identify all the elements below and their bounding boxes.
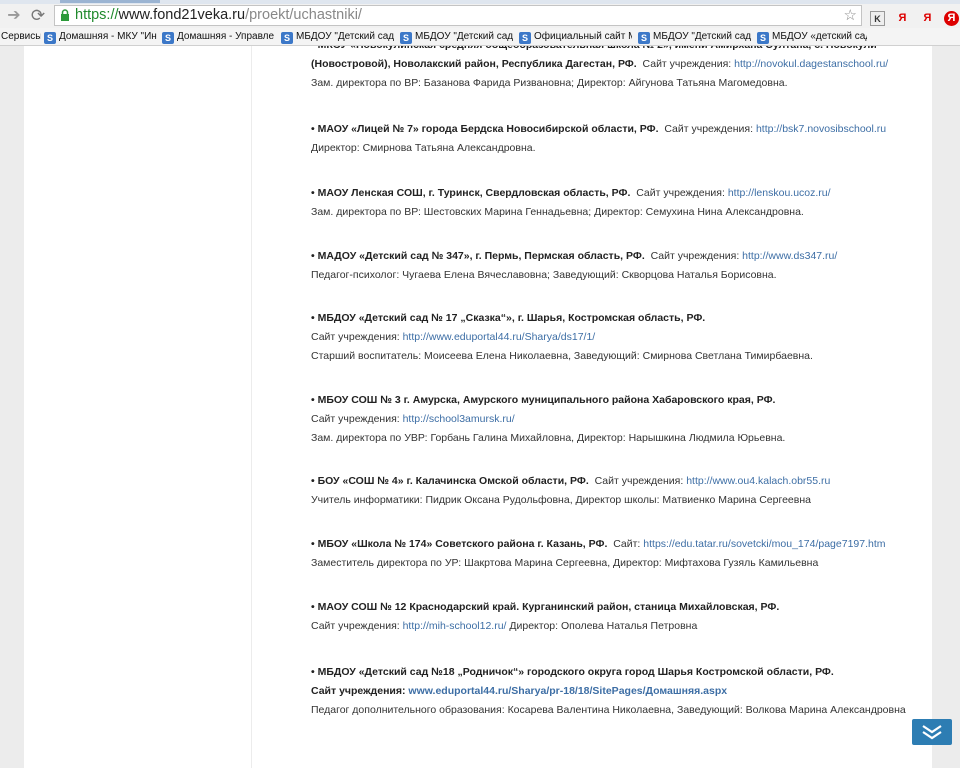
list-item: • МБДОУ «Детский сад №18 „Родничок“» гор… xyxy=(311,663,931,720)
entry-people: Заместитель директора по УР: Шакртова Ма… xyxy=(311,557,819,569)
bookmark-label: МБДОУ "Детский сад № xyxy=(415,31,513,42)
site-label: Сайт учреждения: xyxy=(311,331,400,343)
entry-people: Педагог-психолог: Чугаева Елена Вячеслав… xyxy=(311,269,777,281)
entry-people: Зам. директора по УВР: Горбань Галина Ми… xyxy=(311,432,786,444)
list-item: • МАОУ «Лицей № 7» города Бердска Новоси… xyxy=(311,120,931,158)
page-viewport: • МКОУ «Новокулинская средняя общеобразо… xyxy=(0,46,960,768)
bookmarks-bar: Сервисы S Домашняя - МКУ "Инф S Домашняя -… xyxy=(0,28,960,46)
entry-people: Учитель информатики: Пидрик Оксана Рудол… xyxy=(311,494,811,506)
site-label: Сайт учреждения: xyxy=(311,685,406,697)
site-label: Сайт: xyxy=(613,538,641,550)
site-link[interactable]: https://edu.tatar.ru/sovetcki/mou_174/pa… xyxy=(643,538,885,550)
yandex-extension-button[interactable]: Я xyxy=(895,11,910,26)
list-item: • БОУ «СОШ № 4» г. Калачинска Омской обл… xyxy=(311,472,931,510)
entry-people: Зам. директора по ВР: Базанова Фарида Ри… xyxy=(311,77,788,89)
bookmark-item[interactable]: SМБДОУ "Детский сад № xyxy=(281,29,394,44)
address-bar[interactable]: https://www.fond21veka.ru/proekt/uchastn… xyxy=(54,5,862,26)
entry-title: • МАОУ Ленская СОШ, г. Туринск, Свердлов… xyxy=(311,187,631,199)
entry-title: • МБДОУ «Детский сад №18 „Родничок“» гор… xyxy=(311,666,834,678)
list-item: • МБОУ СОШ № 3 г. Амурска, Амурского мун… xyxy=(311,391,931,448)
bookmark-item[interactable]: S Домашняя - МКУ "Инф xyxy=(44,29,157,44)
extension-k-button[interactable]: K xyxy=(870,11,885,26)
forward-arrow-icon[interactable]: ➔ xyxy=(4,6,24,26)
site-label: Сайт учреждения: xyxy=(311,413,400,425)
entry-title: • БОУ «СОШ № 4» г. Калачинска Омской обл… xyxy=(311,475,589,487)
entry-people: Зам. директора по ВР: Шестовских Марина … xyxy=(311,206,804,218)
bookmark-label: Домашняя - МКУ "Инф xyxy=(59,31,157,42)
bookmark-label: МБДОУ «детский сад № xyxy=(772,31,867,42)
bookmark-item[interactable]: SМБДОУ "Детский сад № xyxy=(400,29,513,44)
entry-title: (Новостровой), Новолакский район, Респуб… xyxy=(311,58,637,70)
bookmark-label: МБДОУ "Детский сад № xyxy=(296,31,394,42)
site-link[interactable]: http://www.eduportal44.ru/Sharya/ds17/1/ xyxy=(403,331,596,343)
list-item: • МКОУ «Новокулинская средняя общеобразо… xyxy=(311,46,931,93)
bookmark-item[interactable]: SОфициальный сайт МБ xyxy=(519,29,632,44)
reload-icon[interactable]: ⟳ xyxy=(28,6,48,26)
site-link[interactable]: http://school3amursk.ru/ xyxy=(403,413,515,425)
site-label: Сайт учреждения: xyxy=(650,250,740,262)
list-item: • МАДОУ «Детский сад № 347», г. Пермь, П… xyxy=(311,247,931,285)
list-item: • МБОУ «Школа № 174» Советского района г… xyxy=(311,535,931,573)
participants-list: • МКОУ «Новокулинская средняя общеобразо… xyxy=(252,46,932,768)
site-link[interactable]: http://www.ds347.ru/ xyxy=(742,250,837,262)
url-host: www.fond21veka.ru xyxy=(118,7,246,23)
entry-people: Педагог дополнительного образования: Кос… xyxy=(311,704,906,716)
site-icon: S xyxy=(400,32,412,44)
entry-title: • МБОУ «Школа № 174» Советского района г… xyxy=(311,538,608,550)
bookmark-services[interactable]: Сервисы xyxy=(1,29,41,44)
site-icon: S xyxy=(281,32,293,44)
site-icon: S xyxy=(162,32,174,44)
site-label: Сайт учреждения: xyxy=(594,475,684,487)
site-link[interactable]: http://lenskou.ucoz.ru/ xyxy=(728,187,831,199)
entry-people: Старший воспитатель: Моисеева Елена Нико… xyxy=(311,350,813,362)
active-tab-indicator[interactable] xyxy=(60,0,160,3)
yandex-extension-button[interactable]: Я xyxy=(920,11,935,26)
address-toolbar: ➔ ⟳ https://www.fond21veka.ru/proekt/uch… xyxy=(0,4,960,28)
list-item: • МАОУ СОШ № 12 Краснодарский край. Кург… xyxy=(311,598,931,636)
chevron-double-down-icon xyxy=(922,725,942,740)
list-item: • МБДОУ «Детский сад № 17 „Сказка“», г. … xyxy=(311,309,931,366)
scroll-down-button[interactable] xyxy=(912,719,952,745)
site-link[interactable]: http://bsk7.novosibschool.ru xyxy=(756,123,886,135)
site-link[interactable]: http://novokul.dagestanschool.ru/ xyxy=(734,58,888,70)
left-sidebar xyxy=(24,46,251,768)
site-icon: S xyxy=(44,32,56,44)
entry-title: • МАДОУ «Детский сад № 347», г. Пермь, П… xyxy=(311,250,645,262)
star-icon[interactable]: ☆ xyxy=(844,6,857,24)
entry-title: • МАОУ «Лицей № 7» города Бердска Новоси… xyxy=(311,123,659,135)
bookmark-label: Домашняя - Управлен xyxy=(177,31,274,42)
url-text: https://www.fond21veka.ru/proekt/uchastn… xyxy=(75,7,362,23)
entry-title: • МБОУ СОШ № 3 г. Амурска, Амурского мун… xyxy=(311,394,776,406)
bookmark-item[interactable]: S Домашняя - Управлен xyxy=(162,29,274,44)
yandex-browser-button[interactable]: Я xyxy=(944,11,959,26)
entry-title: • МБДОУ «Детский сад № 17 „Сказка“», г. … xyxy=(311,312,706,324)
entry-title: • МАОУ СОШ № 12 Краснодарский край. Кург… xyxy=(311,601,780,613)
site-link[interactable]: www.eduportal44.ru/Sharya/pr-18/18/SiteP… xyxy=(408,685,727,697)
site-label: Сайт учреждения: xyxy=(664,123,754,135)
url-scheme: https:// xyxy=(75,7,119,23)
site-icon: S xyxy=(519,32,531,44)
site-label: Сайт учреждения: xyxy=(636,187,725,199)
entry-people: Директор: Ополева Наталья Петровна xyxy=(509,620,698,632)
site-label: Сайт учреждения: xyxy=(311,620,400,632)
site-link[interactable]: http://mih-school12.ru/ xyxy=(403,620,507,632)
url-path: /proekt/uchastniki/ xyxy=(245,7,362,23)
bookmark-label: МБДОУ "Детский сад № xyxy=(653,31,751,42)
bookmark-label: Официальный сайт МБ xyxy=(534,31,632,42)
entry-title: • МКОУ «Новокулинская средняя общеобразо… xyxy=(311,46,931,55)
bookmark-item[interactable]: SМБДОУ «детский сад № xyxy=(757,29,867,44)
site-icon: S xyxy=(638,32,650,44)
entry-people: Директор: Смирнова Татьяна Александровна… xyxy=(311,142,536,154)
site-icon: S xyxy=(757,32,769,44)
site-label: Сайт учреждения: xyxy=(642,58,732,70)
bookmark-label: Сервисы xyxy=(1,31,41,42)
list-item: • МАОУ Ленская СОШ, г. Туринск, Свердлов… xyxy=(311,184,931,222)
lock-icon xyxy=(61,9,69,21)
site-link[interactable]: http://www.ou4.kalach.obr55.ru xyxy=(686,475,830,487)
bookmark-item[interactable]: SМБДОУ "Детский сад № xyxy=(638,29,751,44)
